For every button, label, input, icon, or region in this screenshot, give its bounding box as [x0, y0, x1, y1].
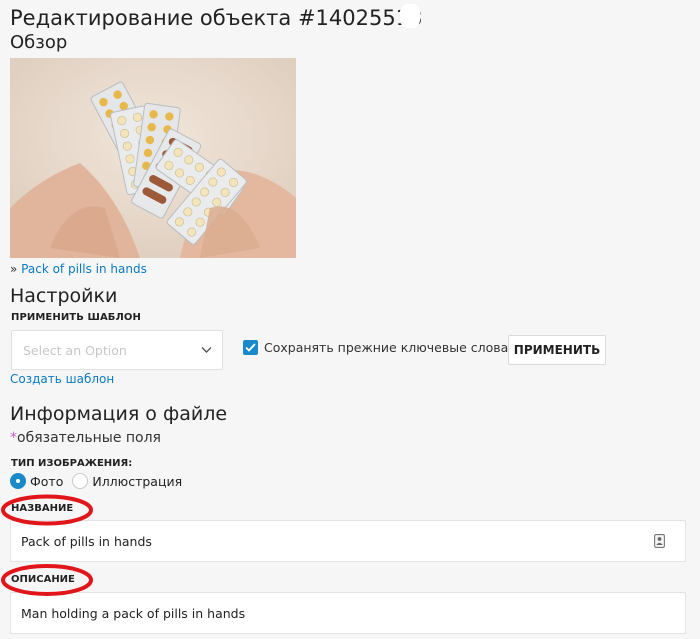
image-title-link-text: Pack of pills in hands: [21, 262, 147, 276]
template-select[interactable]: Select an Option: [11, 330, 223, 370]
overview-heading: Обзор: [10, 32, 68, 53]
description-field[interactable]: Man holding a pack of pills in hands: [10, 592, 686, 634]
required-fields-note: *обязательные поля: [10, 430, 161, 446]
contact-card-icon[interactable]: [654, 534, 665, 548]
preview-image: [10, 58, 296, 258]
page-title: Редактирование объекта #14025513: [10, 6, 423, 30]
required-note-text: обязательные поля: [17, 430, 161, 446]
create-template-link[interactable]: Создать шаблон: [10, 372, 114, 386]
link-prefix: »: [10, 262, 18, 276]
template-label: ПРИМЕНИТЬ ШАБЛОН: [11, 312, 142, 323]
required-star: *: [10, 430, 17, 446]
description-label: ОПИСАНИЕ: [11, 574, 75, 585]
radio-illustration-label: Иллюстрация: [92, 473, 183, 489]
keep-keywords-checkbox[interactable]: Сохранять прежние ключевые слова: [243, 340, 508, 355]
template-select-placeholder: Select an Option: [23, 343, 127, 358]
radio-photo-label: Фото: [30, 473, 64, 489]
radio-photo-indicator[interactable]: [10, 473, 26, 489]
image-type-radio-group: Фото Иллюстрация: [10, 473, 191, 489]
radio-illustration-indicator[interactable]: [72, 473, 89, 489]
keep-keywords-label: Сохранять прежние ключевые слова: [264, 340, 509, 355]
radio-illustration[interactable]: Иллюстрация: [72, 473, 182, 489]
name-field-value: Pack of pills in hands: [21, 534, 152, 549]
settings-heading: Настройки: [10, 285, 118, 307]
file-info-heading: Информация о файле: [10, 403, 228, 425]
image-title-link[interactable]: » Pack of pills in hands: [10, 262, 147, 276]
name-field[interactable]: Pack of pills in hands: [10, 520, 686, 562]
title-blob: [400, 4, 420, 28]
description-field-value: Man holding a pack of pills in hands: [21, 606, 246, 621]
radio-photo[interactable]: Фото: [10, 473, 63, 489]
name-label: НАЗВАНИЕ: [11, 503, 74, 514]
image-type-label: ТИП ИЗОБРАЖЕНИЯ:: [11, 458, 133, 469]
check-icon[interactable]: [243, 340, 258, 355]
apply-button[interactable]: ПРИМЕНИТЬ: [508, 335, 606, 365]
chevron-down-icon: [201, 347, 212, 353]
